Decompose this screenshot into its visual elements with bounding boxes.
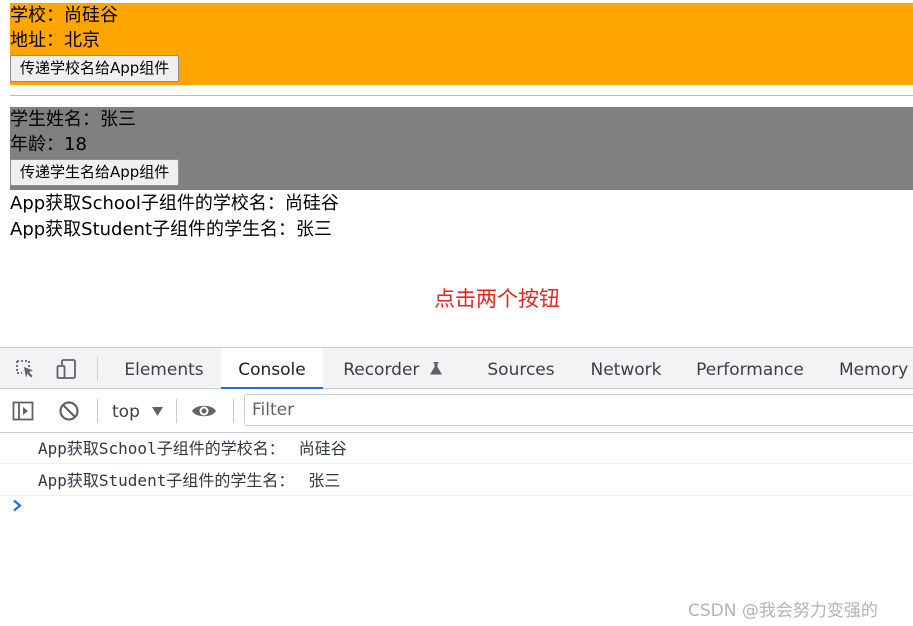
app-render-area: 学校：尚硅谷 地址：北京 传递学校名给App组件 学生姓名：张三 年龄：18 传…	[0, 0, 913, 347]
flask-icon	[429, 362, 442, 375]
sidebar-toggle-icon[interactable]	[12, 400, 34, 422]
tab-label: Console	[238, 360, 306, 380]
chevron-down-icon	[152, 407, 164, 416]
console-log-row: App获取School子组件的学校名： 尚硅谷	[0, 433, 913, 464]
tab-label: Elements	[124, 360, 204, 380]
horizontal-rule	[10, 95, 913, 96]
tab-label: Memory	[839, 360, 909, 380]
console-log-row: App获取Student子组件的学生名： 张三	[0, 465, 913, 496]
log-value: 张三	[308, 471, 341, 490]
toolbar-separator	[97, 357, 98, 381]
tab-network[interactable]: Network	[580, 348, 672, 389]
tab-memory[interactable]: Memory	[828, 348, 913, 389]
clear-console-icon[interactable]	[58, 400, 80, 422]
tab-elements[interactable]: Elements	[110, 348, 218, 389]
tab-label: Network	[590, 360, 662, 380]
context-selector[interactable]: top	[112, 389, 164, 433]
eye-icon[interactable]	[191, 400, 217, 422]
watermark: CSDN @我会努力变强的	[688, 601, 878, 621]
school-name: 学校：尚硅谷	[10, 5, 118, 26]
tab-recorder[interactable]: Recorder	[330, 348, 456, 389]
app-student-result: App获取Student子组件的学生名：张三	[10, 219, 333, 240]
context-value: top	[112, 402, 140, 422]
student-name: 学生姓名：张三	[10, 109, 136, 130]
toolbar-separator	[176, 399, 177, 423]
school-address: 地址：北京	[10, 30, 100, 51]
log-text: App获取Student子组件的学生名：	[38, 471, 295, 490]
tab-label: Sources	[487, 360, 555, 380]
toolbar-separator	[233, 399, 234, 423]
console-filter-input[interactable]	[244, 394, 913, 426]
toolbar-separator	[97, 399, 98, 423]
log-text: App获取School子组件的学校名：	[38, 439, 285, 458]
send-school-name-button[interactable]: 传递学校名给App组件	[10, 55, 180, 82]
student-age: 年龄：18	[10, 134, 87, 155]
devtools-tab-bar: Elements Console Recorder Sources Networ…	[0, 347, 913, 389]
devtools-panel: Elements Console Recorder Sources Networ…	[0, 347, 913, 626]
tab-performance[interactable]: Performance	[688, 348, 812, 389]
tab-sources[interactable]: Sources	[478, 348, 564, 389]
device-toolbar-icon[interactable]	[56, 358, 78, 380]
log-value: 尚硅谷	[298, 439, 347, 458]
tab-label: Performance	[696, 360, 804, 380]
school-component: 学校：尚硅谷 地址：北京 传递学校名给App组件	[10, 3, 913, 85]
console-toolbar: top	[0, 389, 913, 433]
send-student-name-button[interactable]: 传递学生名给App组件	[10, 159, 180, 186]
student-component: 学生姓名：张三 年龄：18 传递学生名给App组件	[10, 107, 913, 190]
console-prompt-icon[interactable]	[12, 499, 23, 512]
tab-label: Recorder	[343, 360, 420, 380]
tab-console[interactable]: Console	[221, 348, 323, 389]
app-school-result: App获取School子组件的学校名：尚硅谷	[10, 193, 339, 214]
inspect-element-icon[interactable]	[14, 358, 36, 380]
annotation-text: 点击两个按钮	[434, 287, 560, 311]
